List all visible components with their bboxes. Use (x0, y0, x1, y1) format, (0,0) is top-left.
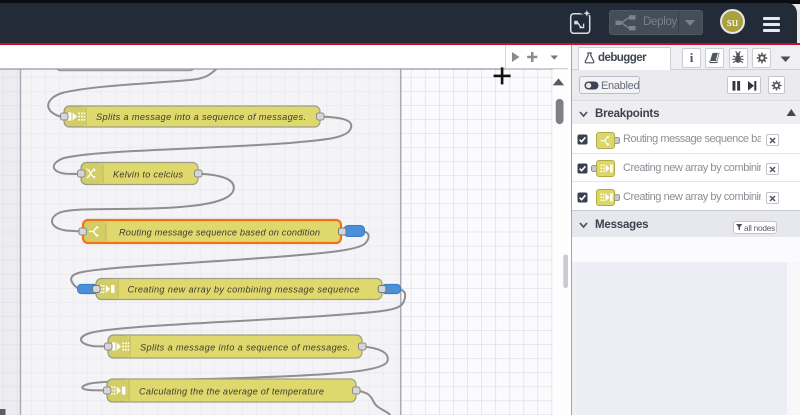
svg-text:Routing message sequence based: Routing message sequence based on condit… (119, 228, 320, 238)
svg-text:Splits a message into a sequen: Splits a message into a sequence of mess… (96, 112, 306, 122)
svg-text:Calculating the the average of: Calculating the the average of temperatu… (139, 387, 324, 397)
svg-text:Kelvin to celcius: Kelvin to celcius (113, 170, 183, 180)
svg-text:Splits a message into a sequen: Splits a message into a sequence of mess… (140, 343, 350, 353)
svg-text:Creating new array by combinin: Creating new array by combining message … (128, 285, 360, 295)
